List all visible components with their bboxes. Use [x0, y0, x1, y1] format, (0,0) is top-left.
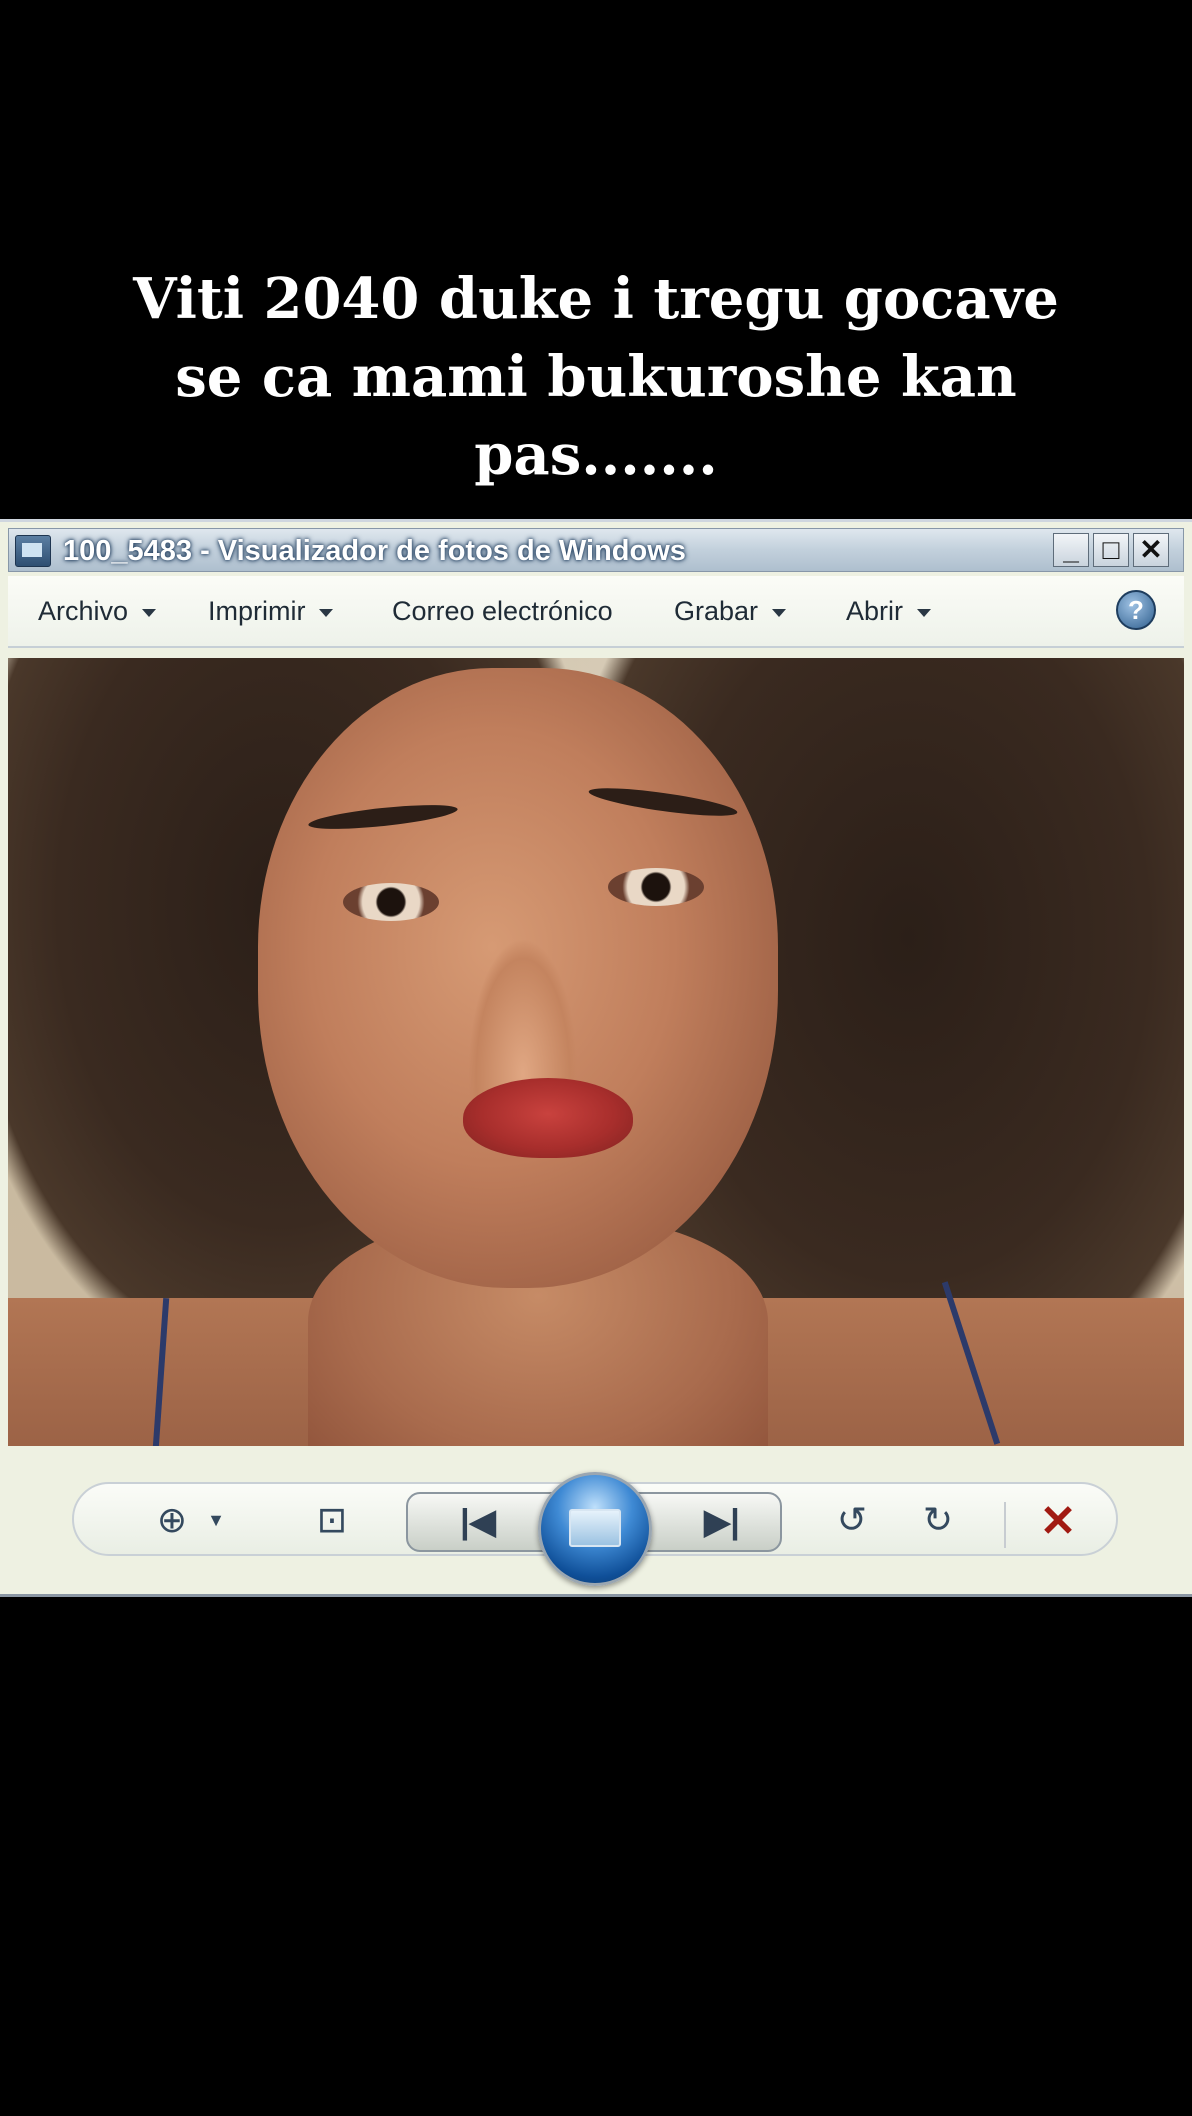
window-title: 100_5483 - Visualizador de fotos de Wind…: [63, 535, 686, 567]
menu-correo-label: Correo electrónico: [392, 596, 613, 626]
rotate-clockwise-icon[interactable]: ↻: [914, 1498, 962, 1542]
caption-line-1: Viti 2040 duke i tregu gocave: [133, 266, 1059, 332]
rotate-counterclockwise-icon[interactable]: ↺: [828, 1498, 876, 1542]
slideshow-icon[interactable]: [538, 1472, 652, 1586]
toolbar-separator: [1004, 1502, 1006, 1548]
photo-display: [8, 658, 1184, 1446]
menu-abrir[interactable]: Abrir: [846, 596, 932, 627]
menu-archivo-label: Archivo: [38, 596, 129, 626]
slideshow-screen-icon: [569, 1509, 621, 1547]
viewer-toolbar: ⊕ ▼ ⊡ |◀ ▶| ↺ ↻ ✕: [8, 1452, 1184, 1592]
close-button[interactable]: ✕: [1133, 533, 1169, 567]
caption: Viti 2040 duke i tregu gocave se ca mami…: [0, 260, 1192, 494]
menu-correo[interactable]: Correo electrónico: [392, 596, 613, 627]
chevron-down-icon: [319, 608, 334, 617]
menu-imprimir-label: Imprimir: [208, 596, 306, 626]
minimize-button[interactable]: _: [1053, 533, 1089, 567]
menu-imprimir[interactable]: Imprimir: [208, 596, 334, 627]
zoom-dropdown-icon[interactable]: ▼: [192, 1498, 240, 1542]
next-icon[interactable]: ▶|: [692, 1498, 752, 1546]
maximize-button[interactable]: □: [1093, 533, 1129, 567]
caption-line-2: se ca mami bukuroshe kan: [175, 344, 1017, 410]
previous-icon[interactable]: |◀: [448, 1498, 508, 1546]
delete-icon[interactable]: ✕: [1030, 1496, 1086, 1548]
menu-archivo[interactable]: Archivo: [38, 596, 157, 627]
menu-bar: Archivo Imprimir Correo electrónico Grab…: [8, 576, 1184, 702]
menu-grabar-label: Grabar: [674, 596, 759, 626]
photo-eye-right: [608, 868, 704, 906]
menu-grabar[interactable]: Grabar: [674, 596, 787, 627]
menu-abrir-label: Abrir: [846, 596, 904, 626]
chevron-down-icon: [772, 608, 787, 617]
magnifier-plus-icon[interactable]: ⊕: [148, 1498, 196, 1542]
help-icon[interactable]: ?: [1116, 590, 1156, 630]
caption-line-3: pas.......: [474, 422, 718, 488]
photo-lips: [463, 1078, 633, 1158]
chevron-down-icon: [142, 608, 157, 617]
photo-eye-left: [343, 883, 439, 921]
photo-viewer-app-icon: [15, 535, 51, 567]
photo-viewer-window: 100_5483 - Visualizador de fotos de Wind…: [0, 519, 1192, 1597]
actual-size-icon[interactable]: ⊡: [308, 1498, 356, 1542]
title-bar[interactable]: 100_5483 - Visualizador de fotos de Wind…: [8, 528, 1184, 572]
chevron-down-icon: [917, 608, 932, 617]
